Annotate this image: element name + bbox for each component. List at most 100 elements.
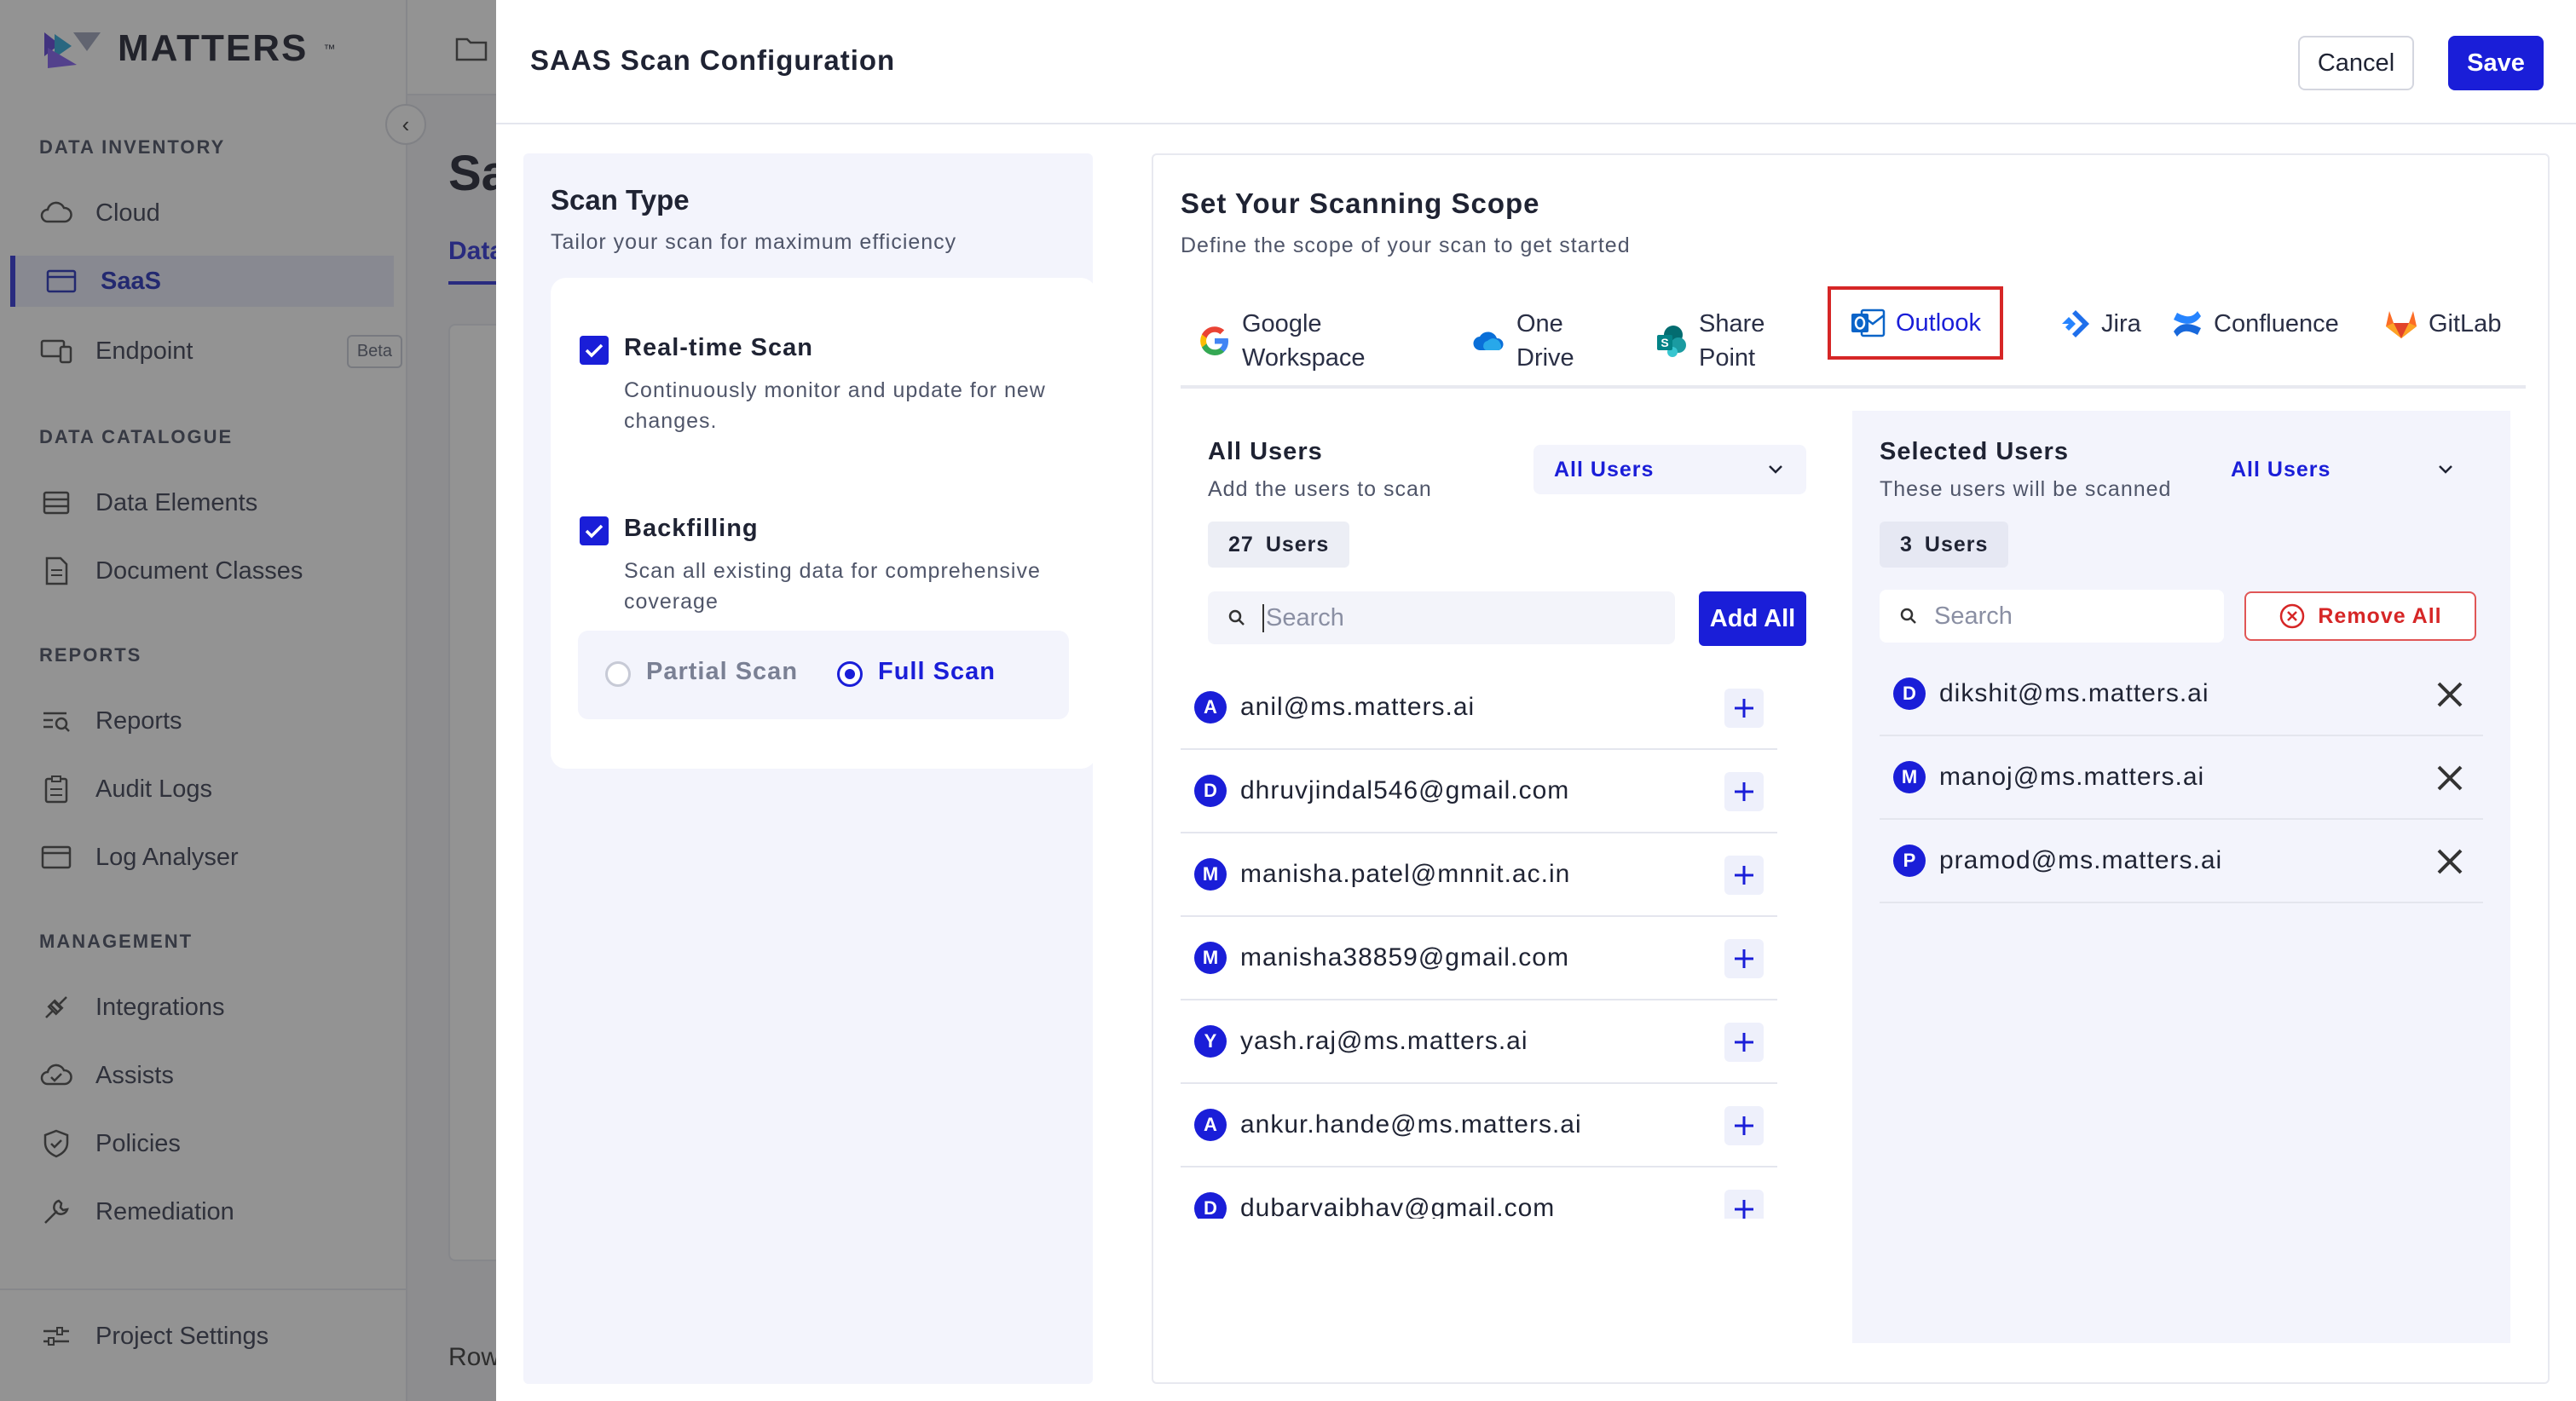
all-users-list: A anil@ms.matters.ai D dhruvjindal546@gm… bbox=[1181, 666, 1777, 1219]
list-item: A ankur.hande@ms.matters.ai bbox=[1181, 1084, 1777, 1168]
option-description: Continuously monitor and update for new … bbox=[624, 378, 1046, 433]
outlook-icon bbox=[1851, 308, 1886, 337]
avatar: D bbox=[1194, 1192, 1227, 1219]
remove-all-label: Remove All bbox=[2318, 603, 2442, 628]
all-users-count-badge: 27 Users bbox=[1208, 522, 1350, 568]
list-item: D dikshit@ms.matters.ai bbox=[1880, 653, 2483, 736]
all-users-subtitle: Add the users to scan bbox=[1208, 477, 1432, 501]
remove-user-icon[interactable] bbox=[2434, 678, 2466, 711]
selected-users-search-input[interactable]: Search bbox=[1880, 590, 2224, 643]
list-item: P pramod@ms.matters.ai bbox=[1880, 820, 2483, 903]
partial-scan-radio[interactable] bbox=[605, 661, 631, 687]
all-users-search-input[interactable]: Search bbox=[1208, 591, 1675, 644]
scan-mode-group: Partial Scan Full Scan bbox=[578, 631, 1069, 719]
realtime-scan-checkbox[interactable] bbox=[580, 336, 609, 365]
user-email: manisha38859@gmail.com bbox=[1240, 943, 1569, 971]
tab-label: Jira bbox=[2101, 310, 2141, 337]
selected-users-panel: Selected Users These users will be scann… bbox=[1852, 411, 2510, 1343]
scope-title: Set Your Scanning Scope bbox=[1181, 187, 1540, 219]
plus-icon bbox=[1735, 949, 1753, 968]
list-item: M manoj@ms.matters.ai bbox=[1880, 736, 2483, 820]
list-item: M manisha.patel@mnnit.ac.in bbox=[1181, 833, 1777, 917]
partial-scan-label[interactable]: Partial Scan bbox=[646, 658, 798, 686]
close-circle-icon bbox=[2280, 603, 2305, 629]
onedrive-icon bbox=[1473, 332, 1504, 351]
add-user-button[interactable] bbox=[1724, 856, 1764, 895]
count-value: 3 bbox=[1900, 532, 1913, 556]
count-unit: Users bbox=[1265, 532, 1330, 556]
all-users-title: All Users bbox=[1208, 438, 1323, 465]
tab-jira[interactable]: Jira bbox=[2060, 307, 2141, 341]
scan-options-card: Real-time Scan Continuously monitor and … bbox=[551, 278, 1096, 769]
avatar: P bbox=[1893, 845, 1926, 877]
tab-sharepoint[interactable]: S Share Point bbox=[1655, 307, 1765, 375]
user-email: ankur.hande@ms.matters.ai bbox=[1240, 1110, 1582, 1139]
remove-user-icon[interactable] bbox=[2434, 762, 2466, 794]
selected-users-filter-dropdown[interactable]: All Users bbox=[2210, 445, 2476, 494]
avatar: Y bbox=[1194, 1025, 1227, 1058]
save-button[interactable]: Save bbox=[2448, 36, 2544, 90]
tab-label: Share Point bbox=[1699, 310, 1765, 372]
remove-user-icon[interactable] bbox=[2434, 845, 2466, 878]
add-all-button[interactable]: Add All bbox=[1699, 591, 1806, 646]
chevron-down-icon bbox=[2439, 465, 2452, 474]
tab-onedrive[interactable]: One Drive bbox=[1472, 307, 1574, 375]
avatar: D bbox=[1194, 775, 1227, 807]
search-placeholder: Search bbox=[1262, 603, 1344, 632]
tabs-underline bbox=[1181, 385, 2526, 389]
add-user-button[interactable] bbox=[1724, 1190, 1764, 1219]
list-item: Y yash.raj@ms.matters.ai bbox=[1181, 1000, 1777, 1084]
option-title: Real-time Scan bbox=[624, 334, 813, 361]
tab-gitlab[interactable]: GitLab bbox=[2384, 307, 2501, 341]
option-description: Scan all existing data for comprehensive… bbox=[624, 559, 1041, 614]
google-icon bbox=[1200, 326, 1228, 355]
full-scan-radio[interactable] bbox=[837, 661, 863, 687]
user-email: yash.raj@ms.matters.ai bbox=[1240, 1027, 1528, 1055]
tab-google-workspace[interactable]: Google Workspace bbox=[1198, 307, 1366, 375]
avatar: M bbox=[1893, 761, 1926, 793]
search-placeholder: Search bbox=[1934, 602, 2013, 630]
list-item: D dhruvjindal546@gmail.com bbox=[1181, 750, 1777, 833]
plus-icon bbox=[1735, 866, 1753, 885]
dropdown-value: All Users bbox=[1554, 457, 1655, 481]
option-title: Backfilling bbox=[624, 515, 759, 542]
sharepoint-icon: S bbox=[1657, 326, 1686, 357]
cancel-button[interactable]: Cancel bbox=[2298, 36, 2414, 90]
full-scan-label[interactable]: Full Scan bbox=[878, 658, 996, 686]
user-email: anil@ms.matters.ai bbox=[1240, 693, 1476, 721]
remove-all-button[interactable]: Remove All bbox=[2244, 591, 2476, 641]
user-email: dhruvjindal546@gmail.com bbox=[1240, 776, 1570, 804]
avatar: M bbox=[1194, 942, 1227, 974]
count-unit: Users bbox=[1924, 532, 1989, 556]
add-user-button[interactable] bbox=[1724, 1023, 1764, 1062]
scanning-scope-panel: Set Your Scanning Scope Define the scope… bbox=[1152, 153, 2550, 1384]
search-icon bbox=[1900, 608, 1916, 624]
add-user-button[interactable] bbox=[1724, 772, 1764, 811]
add-user-button[interactable] bbox=[1724, 939, 1764, 978]
list-item: M manisha38859@gmail.com bbox=[1181, 917, 1777, 1000]
add-user-button[interactable] bbox=[1724, 1106, 1764, 1145]
checkmark-icon bbox=[585, 524, 604, 539]
scan-type-subtitle: Tailor your scan for maximum efficiency bbox=[551, 230, 957, 254]
count-value: 27 bbox=[1228, 532, 1254, 556]
svg-text:S: S bbox=[1661, 336, 1668, 349]
plus-icon bbox=[1735, 782, 1753, 801]
tab-label: Outlook bbox=[1896, 309, 1981, 337]
jira-icon bbox=[2062, 310, 2089, 337]
chevron-down-icon bbox=[1769, 465, 1782, 474]
add-user-button[interactable] bbox=[1724, 689, 1764, 728]
tab-confluence[interactable]: Confluence bbox=[2171, 307, 2339, 341]
confluence-icon bbox=[2174, 311, 2201, 337]
plus-icon bbox=[1735, 699, 1753, 718]
tab-outlook[interactable]: Outlook bbox=[1828, 286, 2003, 360]
avatar: M bbox=[1194, 858, 1227, 891]
plus-icon bbox=[1735, 1033, 1753, 1052]
scope-subtitle: Define the scope of your scan to get sta… bbox=[1181, 234, 1631, 257]
avatar: A bbox=[1194, 1109, 1227, 1141]
selected-users-title: Selected Users bbox=[1880, 438, 2069, 465]
all-users-filter-dropdown[interactable]: All Users bbox=[1533, 445, 1806, 494]
tab-label: Confluence bbox=[2214, 310, 2339, 337]
dropdown-value: All Users bbox=[2231, 457, 2331, 481]
backfilling-checkbox[interactable] bbox=[580, 516, 609, 545]
plus-icon bbox=[1735, 1116, 1753, 1135]
